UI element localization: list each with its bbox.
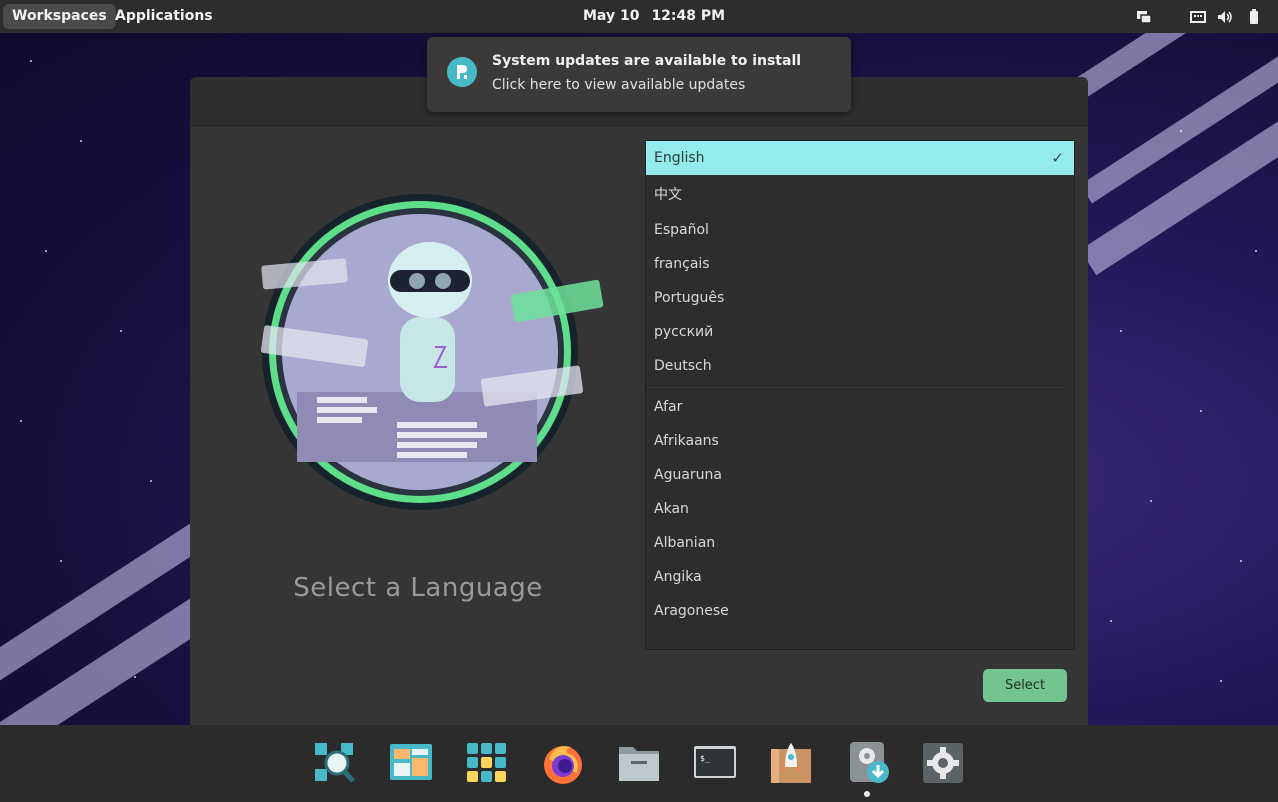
files-icon[interactable] bbox=[617, 741, 661, 785]
language-option[interactable]: Akan bbox=[646, 492, 1074, 526]
date-label: May 10 bbox=[583, 8, 640, 24]
language-list[interactable]: English ✓ 中文 Español français Português … bbox=[645, 140, 1075, 650]
clock-button[interactable]: May 10 12:48 PM bbox=[583, 4, 737, 29]
language-option[interactable]: Aragonese bbox=[646, 594, 1074, 628]
update-notification[interactable]: System updates are available to install … bbox=[427, 37, 851, 112]
language-option[interactable]: Afrikaans bbox=[646, 424, 1074, 458]
pop-shop-icon bbox=[447, 57, 477, 87]
time-label: 12:48 PM bbox=[651, 8, 726, 24]
applications-button[interactable]: Applications bbox=[106, 4, 222, 29]
language-option[interactable]: Deutsch bbox=[646, 349, 1074, 383]
checkmark-icon: ✓ bbox=[1051, 149, 1064, 167]
language-label: English bbox=[654, 150, 705, 166]
language-option[interactable]: Afar bbox=[646, 390, 1074, 424]
language-option[interactable]: 中文 bbox=[646, 178, 1074, 212]
language-option[interactable]: Aguaruna bbox=[646, 458, 1074, 492]
language-option[interactable]: Angika bbox=[646, 560, 1074, 594]
language-option[interactable]: русский bbox=[646, 315, 1074, 349]
language-option[interactable]: English ✓ bbox=[646, 141, 1074, 175]
list-divider bbox=[646, 387, 1066, 388]
page-title: Select a Language bbox=[293, 573, 543, 603]
installer-icon[interactable] bbox=[846, 741, 890, 785]
workspaces-button[interactable]: Workspaces bbox=[3, 4, 116, 29]
notification-body: Click here to view available updates bbox=[492, 77, 746, 93]
display-icon[interactable] bbox=[1135, 8, 1153, 26]
terminal-icon[interactable]: $_ bbox=[693, 741, 737, 785]
top-panel: Workspaces Applications May 10 12:48 PM bbox=[0, 0, 1278, 33]
notification-title: System updates are available to install bbox=[492, 53, 802, 69]
select-button[interactable]: Select bbox=[983, 669, 1067, 702]
robot-illustration bbox=[260, 194, 604, 510]
installer-window: Select a Language English ✓ 中文 Español f… bbox=[190, 77, 1088, 725]
keyboard-icon[interactable] bbox=[1189, 8, 1207, 26]
dock: $_ bbox=[0, 725, 1278, 802]
battery-icon[interactable] bbox=[1245, 8, 1263, 26]
workspaces-icon[interactable] bbox=[389, 741, 433, 785]
language-option[interactable]: Português bbox=[646, 281, 1074, 315]
language-option[interactable]: Español bbox=[646, 213, 1074, 247]
language-option[interactable]: français bbox=[646, 247, 1074, 281]
running-indicator bbox=[864, 791, 870, 797]
settings-icon[interactable] bbox=[921, 741, 965, 785]
pop-shop-icon[interactable] bbox=[769, 741, 813, 785]
language-option[interactable]: Albanian bbox=[646, 526, 1074, 560]
app-grid-icon[interactable] bbox=[465, 741, 509, 785]
volume-icon[interactable] bbox=[1216, 8, 1234, 26]
search-icon[interactable] bbox=[313, 741, 357, 785]
firefox-icon[interactable] bbox=[541, 741, 585, 785]
svg-text:$_: $_ bbox=[700, 754, 710, 763]
